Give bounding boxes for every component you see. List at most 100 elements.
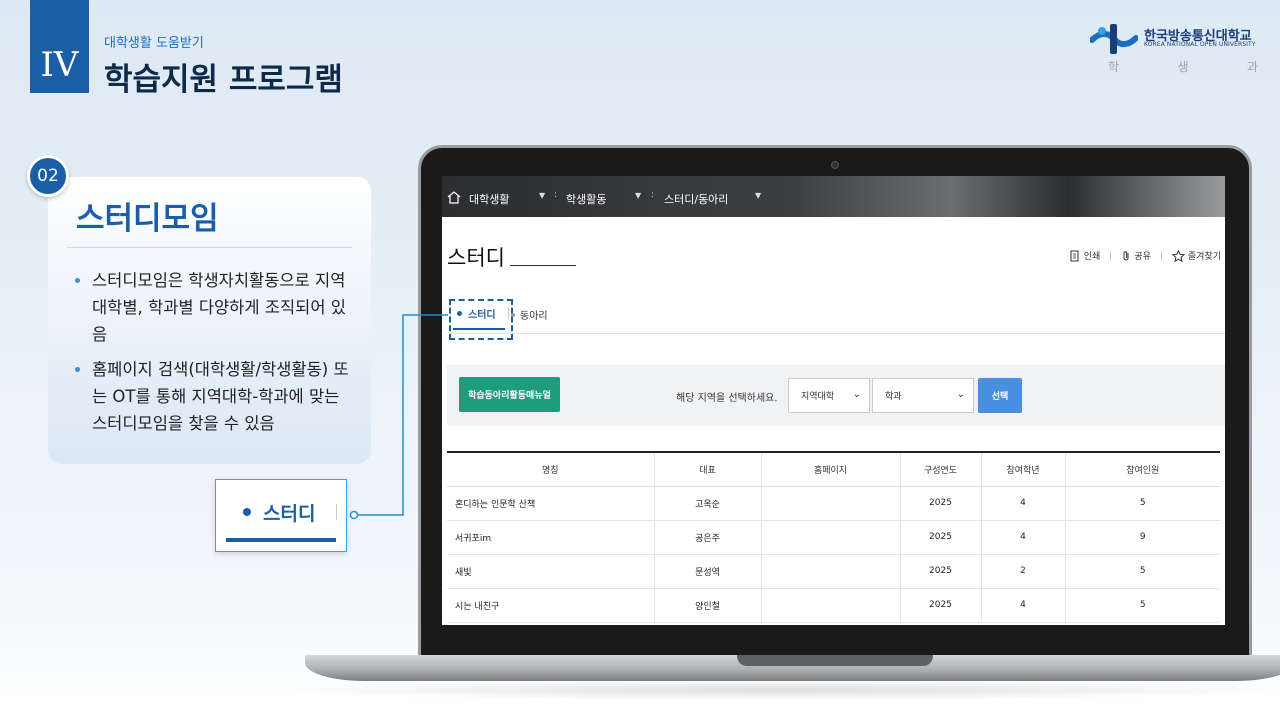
tab-dot-icon bbox=[243, 508, 251, 516]
tool-separator bbox=[1160, 250, 1162, 261]
table-row[interactable]: 서귀포im 공은주 2025 4 9 bbox=[447, 520, 1220, 555]
select-button[interactable]: 선택 bbox=[978, 378, 1022, 413]
laptop-notch bbox=[737, 655, 933, 666]
page-tools: 인쇄 공유 즐겨찾기 bbox=[1069, 249, 1221, 262]
cell-name[interactable]: 시는 내친구 bbox=[447, 588, 655, 623]
region-select[interactable]: 지역대학 ⌄ bbox=[788, 378, 870, 413]
column-header: 대표 bbox=[654, 452, 762, 487]
card-bullet: 홈페이지 검색(대학생활/학생활동) 또는 OT를 통해 지역대학-학과에 맞는… bbox=[74, 356, 354, 437]
cell-year: 2025 bbox=[900, 554, 982, 589]
tab-active-underline bbox=[453, 328, 505, 330]
info-card: 스터디모임 스터디모임은 학생자치활동으로 지역대학별, 학과별 다양하게 조직… bbox=[48, 177, 371, 464]
breadcrumb-separator: : bbox=[651, 190, 655, 200]
chapter-number: IV bbox=[30, 0, 89, 93]
filter-bar: 학습동아리활동매뉴얼 해당 지역을 선택하세요. 지역대학 ⌄ 학과 ⌄ 선택 bbox=[447, 365, 1225, 426]
cell-name[interactable]: 새빛 bbox=[447, 554, 655, 589]
share-button[interactable]: 공유 bbox=[1121, 249, 1151, 262]
card-divider bbox=[67, 247, 352, 248]
section-number-badge: 02 bbox=[27, 155, 69, 197]
column-header: 참여학년 bbox=[981, 452, 1066, 487]
table-header-row: 명칭 대표 홈페이지 구성연도 참여학년 참여인원 bbox=[447, 452, 1220, 487]
tab-study[interactable]: 스터디 bbox=[457, 306, 496, 321]
cell-members: 5 bbox=[1065, 486, 1220, 521]
tab-separator bbox=[508, 307, 509, 319]
screen-page-title: 스터디 bbox=[447, 246, 505, 270]
cell-name[interactable]: 혼디하는 인문학 산책 bbox=[447, 486, 655, 521]
table-row[interactable]: 혼디하는 인문학 산책 고옥순 2025 4 5 bbox=[447, 486, 1220, 521]
breadcrumb-item[interactable]: 학생활동 bbox=[566, 191, 606, 207]
home-icon[interactable] bbox=[447, 191, 461, 204]
cell-homepage bbox=[761, 588, 901, 623]
cell-members: 9 bbox=[1065, 520, 1220, 555]
logo-department: 학 생 과 bbox=[1108, 58, 1258, 75]
zoom-underline bbox=[226, 538, 336, 542]
print-icon bbox=[1070, 250, 1079, 261]
breadcrumb-separator: : bbox=[554, 190, 558, 200]
region-select-value: 지역대학 bbox=[801, 392, 835, 402]
logo-dept-char: 생 bbox=[1177, 60, 1189, 74]
tab-bottom-line bbox=[447, 333, 1225, 334]
column-header: 구성연도 bbox=[900, 452, 982, 487]
column-header: 홈페이지 bbox=[761, 452, 901, 487]
table-row[interactable]: 시는 내친구 양인철 2025 4 5 bbox=[447, 588, 1220, 623]
department-select[interactable]: 학과 ⌄ bbox=[872, 378, 974, 413]
cell-year: 2025 bbox=[900, 486, 982, 521]
breadcrumb-item[interactable]: 스터디/동아리 bbox=[664, 191, 728, 207]
study-tab-zoom-callout: 스터디 bbox=[215, 479, 347, 552]
cell-homepage bbox=[761, 520, 901, 555]
cell-grade: 4 bbox=[981, 520, 1066, 555]
share-label: 공유 bbox=[1134, 252, 1151, 262]
cell-grade: 2 bbox=[981, 554, 1066, 589]
card-title: 스터디모임 bbox=[76, 201, 219, 237]
breadcrumb: 대학생활 ▼ : 학생활동 ▼ : 스터디/동아리 ▼ bbox=[442, 176, 1225, 217]
favorite-button[interactable]: 즐겨찾기 bbox=[1171, 249, 1221, 262]
zoom-tab-label: 스터디 bbox=[263, 503, 316, 525]
logo-english: KOREA NATIONAL OPEN UNIVERSITY bbox=[1144, 41, 1256, 48]
department-select-value: 학과 bbox=[885, 392, 902, 402]
laptop-screen: 대학생활 ▼ : 학생활동 ▼ : 스터디/동아리 ▼ 스터디 인쇄 공유 즐겨… bbox=[442, 176, 1225, 625]
cell-leader: 고옥순 bbox=[654, 486, 762, 521]
table-row[interactable]: 새빛 문성역 2025 2 5 bbox=[447, 554, 1220, 589]
laptop-shadow bbox=[280, 680, 1280, 700]
page-title: 학습지원 프로그램 bbox=[104, 62, 343, 98]
cell-members: 5 bbox=[1065, 554, 1220, 589]
cell-members: 5 bbox=[1065, 588, 1220, 623]
column-header: 명칭 bbox=[447, 452, 655, 487]
print-label: 인쇄 bbox=[1083, 252, 1101, 262]
cell-grade: 4 bbox=[981, 486, 1066, 521]
study-table: 명칭 대표 홈페이지 구성연도 참여학년 참여인원 혼디하는 인문학 산책 고옥… bbox=[447, 451, 1220, 623]
chapter-subtitle: 대학생활 도움받기 bbox=[104, 36, 204, 51]
card-bullets: 스터디모임은 학생자치활동으로 지역대학별, 학과별 다양하게 조직되어 있음 … bbox=[74, 267, 354, 445]
cell-homepage bbox=[761, 486, 901, 521]
logo-dept-char: 과 bbox=[1246, 60, 1258, 74]
manual-button[interactable]: 학습동아리활동매뉴얼 bbox=[459, 377, 560, 412]
chevron-down-icon: ⌄ bbox=[852, 389, 861, 400]
title-underline bbox=[510, 265, 576, 266]
favorite-label: 즐겨찾기 bbox=[1187, 252, 1221, 262]
cell-year: 2025 bbox=[900, 520, 982, 555]
logo-dept-char: 학 bbox=[1108, 60, 1120, 74]
paperclip-icon bbox=[1123, 250, 1129, 260]
chevron-down-icon[interactable]: ▼ bbox=[635, 191, 641, 200]
cell-leader: 공은주 bbox=[654, 520, 762, 555]
cell-homepage bbox=[761, 554, 901, 589]
tab-club[interactable]: 동아리 bbox=[511, 307, 548, 322]
tool-separator bbox=[1110, 250, 1112, 261]
chevron-down-icon: ⌄ bbox=[956, 389, 965, 400]
cell-leader: 양인철 bbox=[654, 588, 762, 623]
breadcrumb-item[interactable]: 대학생활 bbox=[469, 191, 509, 207]
cell-leader: 문성역 bbox=[654, 554, 762, 589]
camera-icon bbox=[831, 161, 839, 169]
university-emblem-icon bbox=[1090, 24, 1138, 54]
print-button[interactable]: 인쇄 bbox=[1069, 249, 1101, 262]
cell-grade: 4 bbox=[981, 588, 1066, 623]
star-icon bbox=[1171, 249, 1185, 262]
filter-prompt: 해당 지역을 선택하세요. bbox=[676, 393, 778, 404]
column-header: 참여인원 bbox=[1065, 452, 1220, 487]
card-bullet: 스터디모임은 학생자치활동으로 지역대학별, 학과별 다양하게 조직되어 있음 bbox=[74, 267, 354, 348]
cell-year: 2025 bbox=[900, 588, 982, 623]
cell-name[interactable]: 서귀포im bbox=[447, 520, 655, 555]
chevron-down-icon[interactable]: ▼ bbox=[539, 191, 545, 200]
university-logo: 한국방송통신대학교 KOREA NATIONAL OPEN UNIVERSITY… bbox=[1090, 20, 1258, 80]
chevron-down-icon[interactable]: ▼ bbox=[755, 191, 761, 200]
